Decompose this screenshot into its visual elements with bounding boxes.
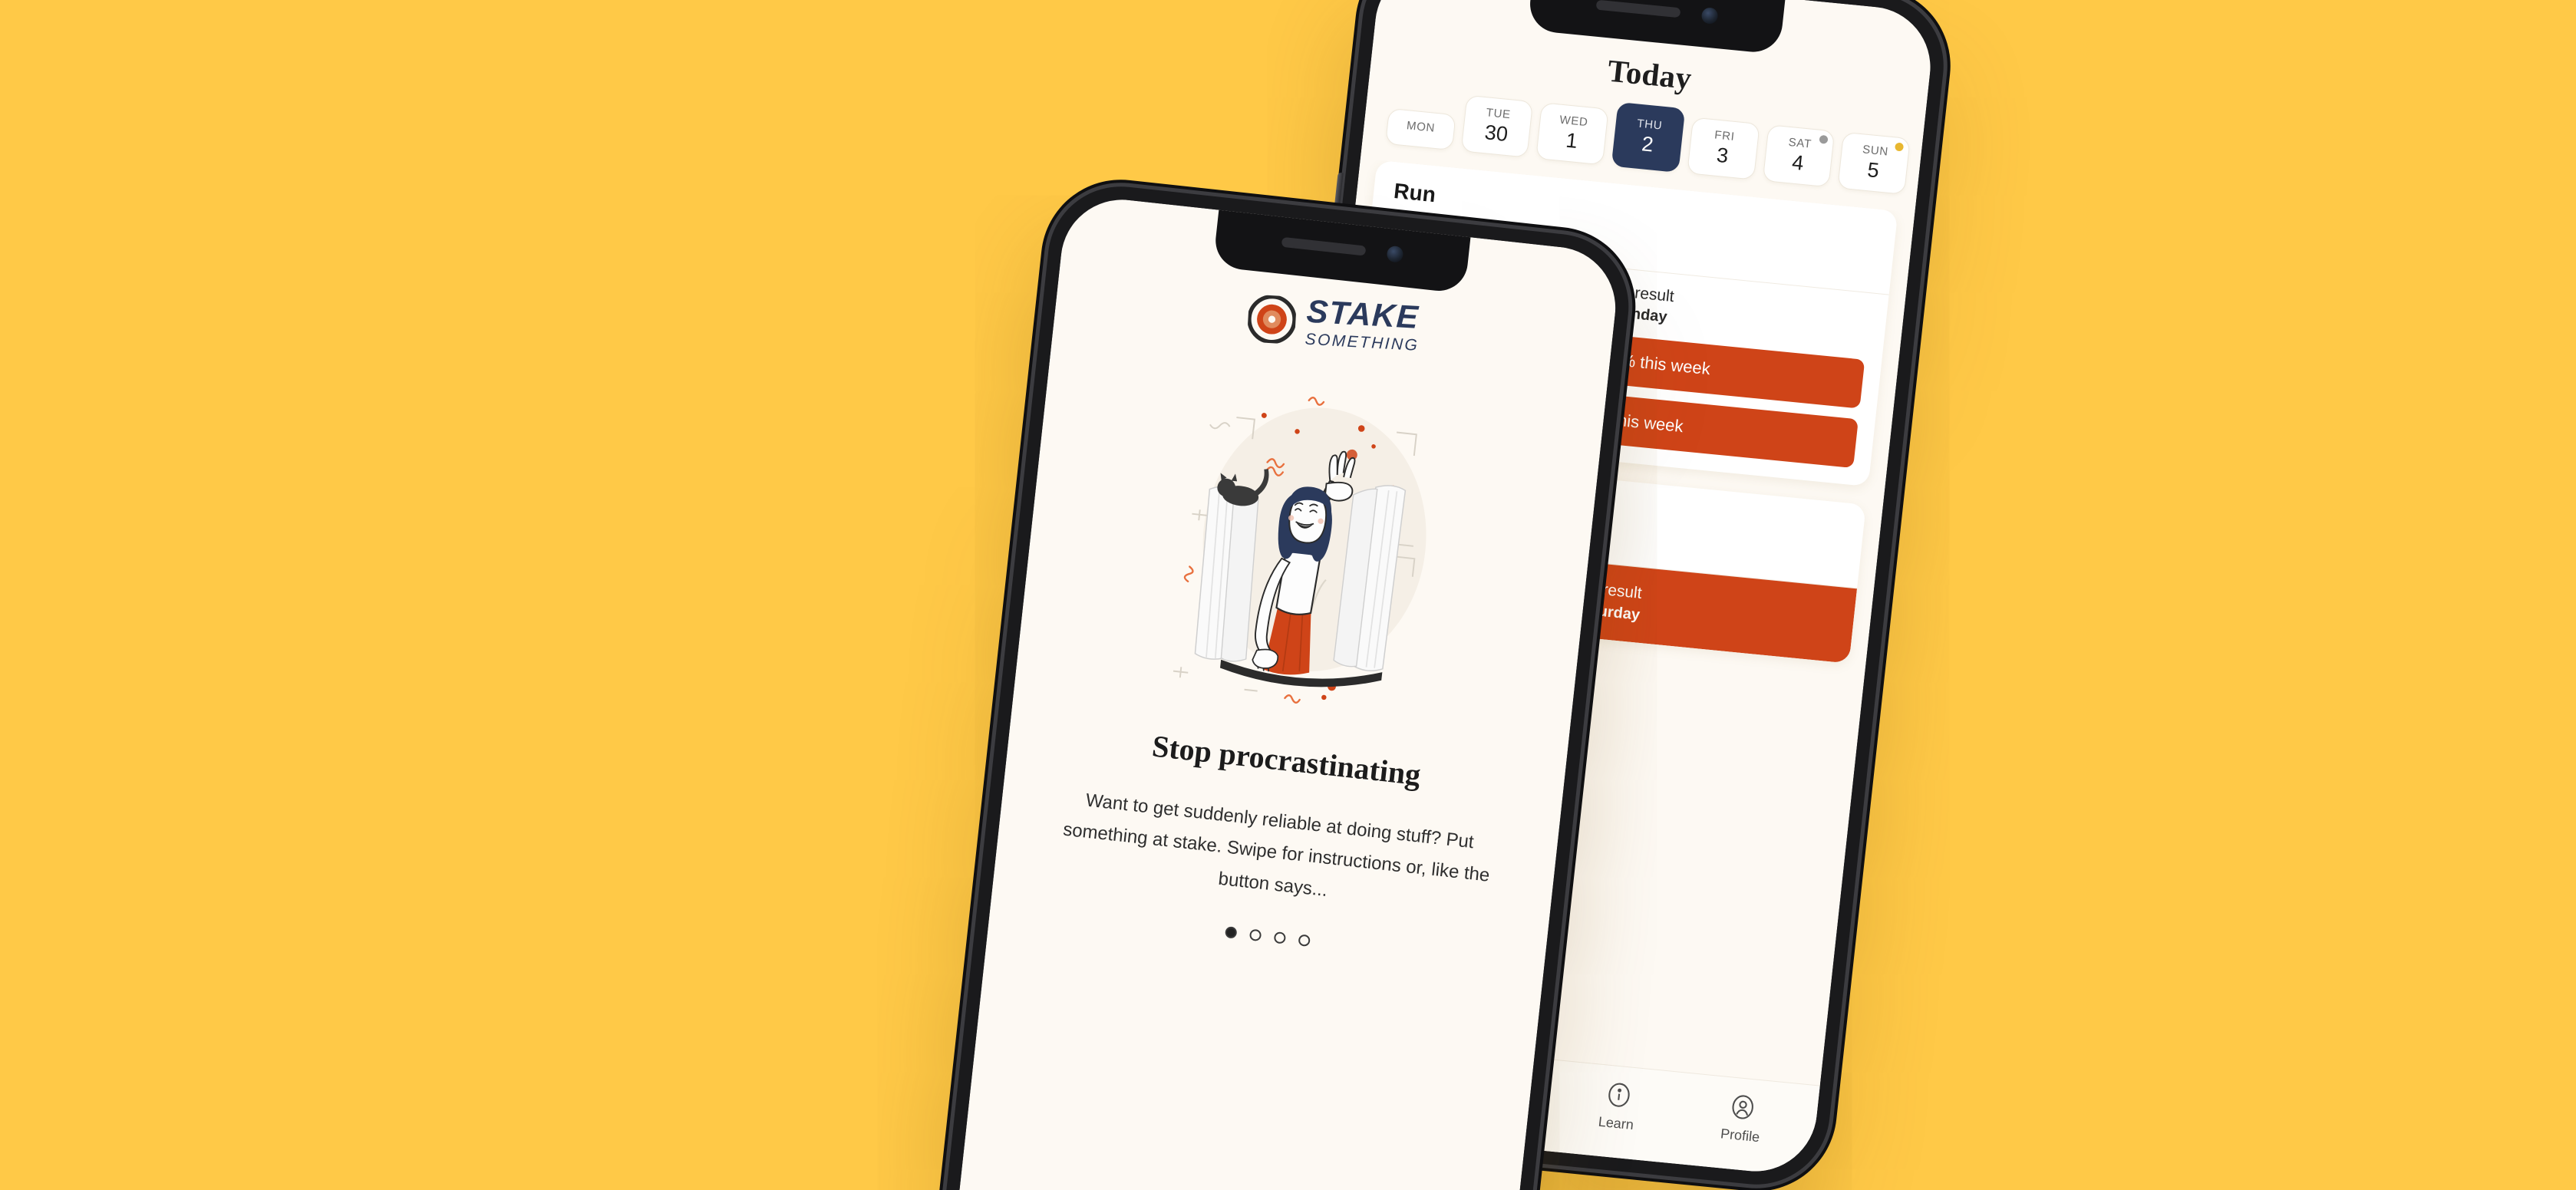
phone-device-front: STAKE SOMETHING Stop procrastinating Wan… (926, 179, 1637, 1190)
person-icon (1727, 1091, 1760, 1122)
day-number: 1 (1565, 128, 1579, 153)
screen-onboarding: STAKE SOMETHING Stop procrastinating Wan… (941, 193, 1622, 1190)
tab-label: Profile (1720, 1126, 1761, 1145)
day-abbrev: WED (1558, 113, 1589, 130)
day-abbrev: MON (1406, 119, 1436, 135)
logo-secondary-text: SOMETHING (1304, 330, 1420, 354)
mockup-stage: Today MON TUE 30 WED 1 THU 2 FRI 3 SAT 4… (0, 0, 2576, 1190)
tab-learn[interactable]: Learn (1598, 1079, 1638, 1133)
day-abbrev: TUE (1485, 106, 1512, 122)
bullseye-target-icon (1246, 294, 1297, 344)
earpiece-speaker-icon (1595, 0, 1681, 18)
pagination-dot-4[interactable] (1297, 934, 1311, 947)
day-abbrev: THU (1636, 117, 1664, 133)
woman-at-window-illustration (1173, 396, 1427, 704)
day-tile-thu-selected[interactable]: THU 2 (1611, 101, 1686, 173)
day-tile-sat[interactable]: SAT 4 (1762, 124, 1836, 188)
day-abbrev: FRI (1713, 128, 1736, 143)
day-number: 5 (1866, 158, 1881, 183)
day-tile-mon[interactable]: MON (1385, 107, 1456, 151)
tab-label: Learn (1597, 1113, 1634, 1133)
day-tile-tue[interactable]: TUE 30 (1460, 94, 1534, 158)
info-icon (1603, 1079, 1635, 1110)
day-tile-fri[interactable]: FRI 3 (1687, 117, 1760, 180)
day-number: 2 (1640, 132, 1655, 157)
day-tile-sun[interactable]: SUN 5 (1837, 131, 1911, 195)
pagination-dot-2[interactable] (1248, 928, 1262, 941)
day-number: 30 (1483, 120, 1509, 147)
onboarding-illustration (1014, 334, 1607, 753)
tab-profile[interactable]: Profile (1720, 1091, 1764, 1146)
front-camera-icon (1700, 6, 1719, 25)
pagination-dot-3[interactable] (1273, 931, 1286, 944)
day-tile-wed[interactable]: WED 1 (1535, 102, 1609, 166)
earpiece-speaker-icon (1281, 236, 1366, 256)
front-camera-icon (1385, 245, 1404, 263)
day-number: 4 (1790, 150, 1806, 175)
logo-primary-text: STAKE (1305, 292, 1420, 335)
day-number: 3 (1715, 143, 1730, 168)
pagination-dot-1[interactable] (1224, 925, 1238, 939)
logo-wordmark: STAKE SOMETHING (1304, 292, 1421, 354)
